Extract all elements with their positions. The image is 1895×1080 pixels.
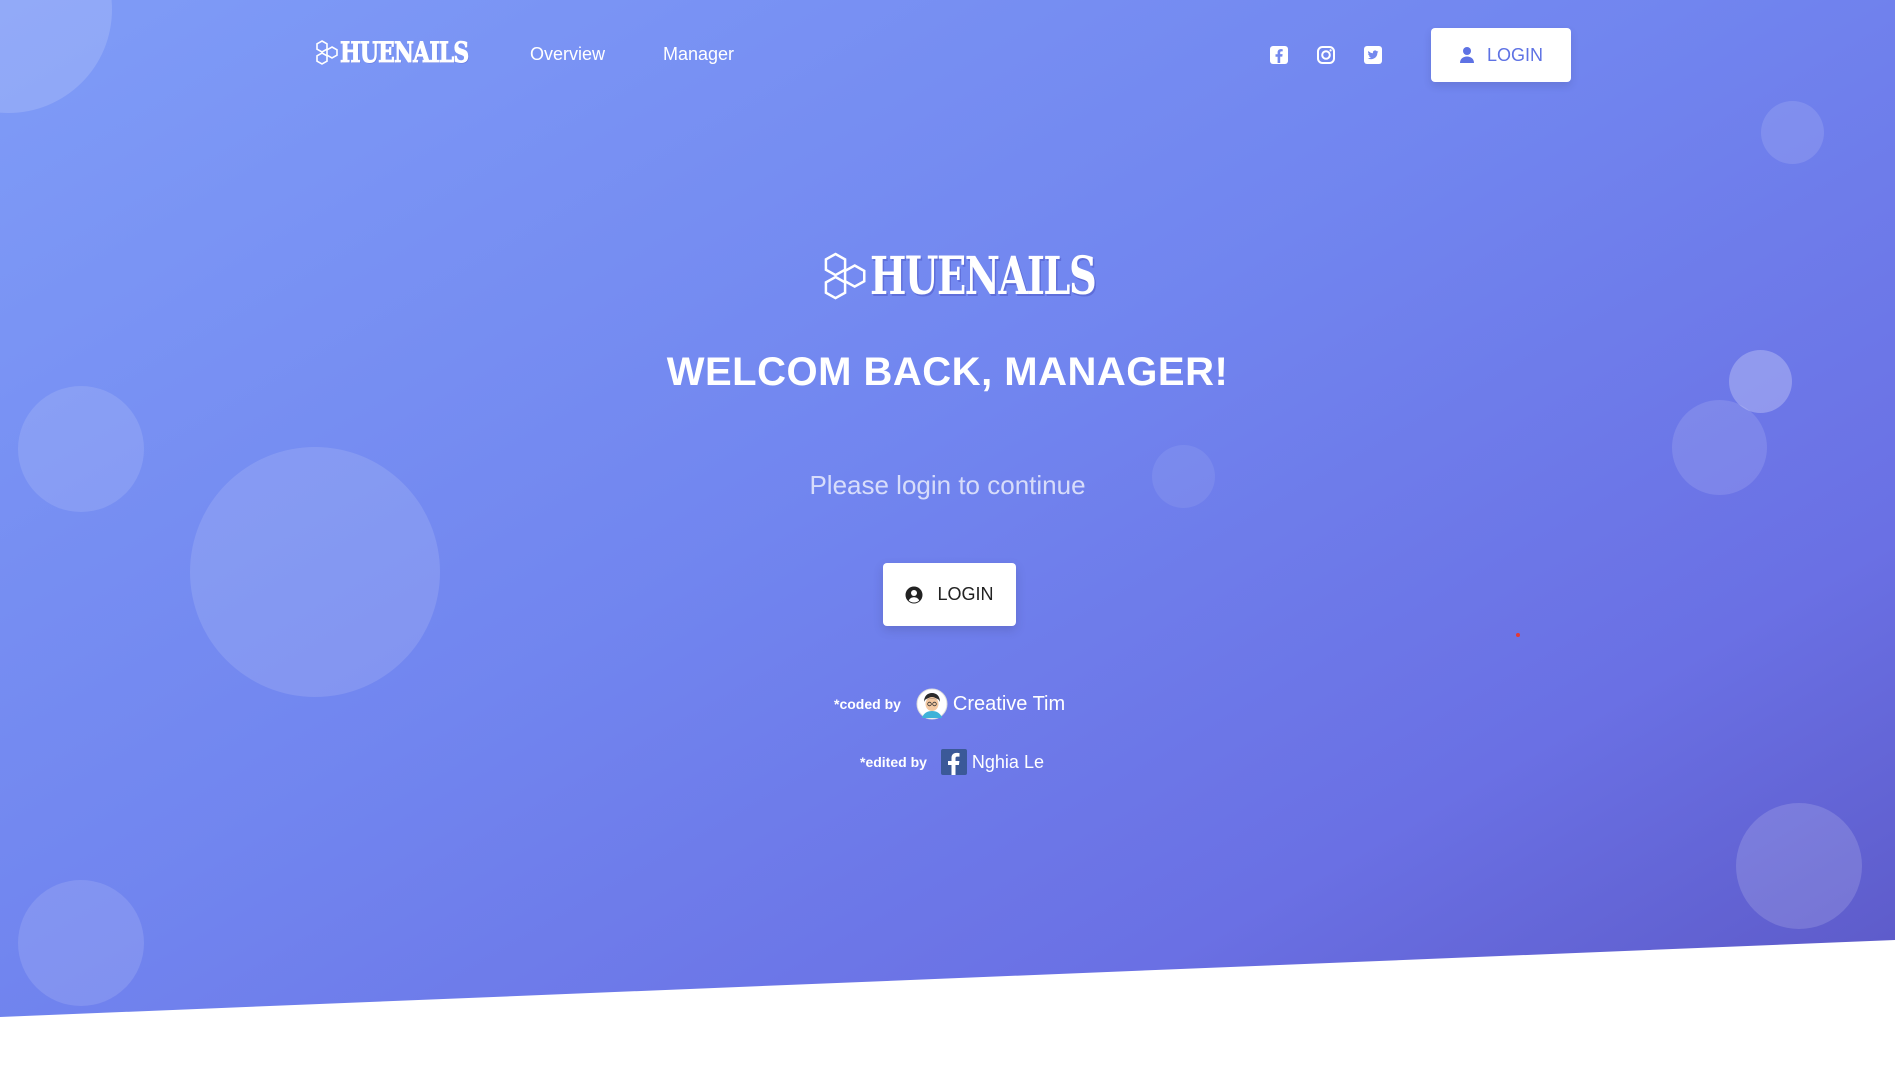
user-circle-icon	[905, 586, 923, 603]
login-button-main[interactable]: LOGIN	[883, 563, 1016, 626]
credit-coded-name[interactable]: Creative Tim	[953, 693, 1065, 716]
credit-coded-by: *coded by Creative Tim	[834, 688, 1065, 720]
decor-bubble	[18, 880, 144, 1006]
decor-bubble	[1736, 803, 1862, 929]
credit-edited-name[interactable]: Nghia Le	[972, 752, 1044, 773]
user-icon	[1459, 47, 1474, 63]
credit-coded-prefix: *coded by	[834, 696, 901, 712]
page-title: WELCOM BACK, MANAGER!	[666, 350, 1229, 394]
facebook-logo-icon	[940, 749, 967, 775]
center-brand-wordmark: HUENAILS	[870, 246, 1097, 307]
brand-wordmark: HUENAILS	[340, 36, 470, 70]
nav-link-overview[interactable]: Overview	[530, 44, 605, 65]
credit-edited-prefix: *edited by	[860, 754, 927, 770]
login-button-nav[interactable]: LOGIN	[1431, 28, 1571, 82]
hexagon-logo-icon	[824, 252, 866, 300]
top-navbar: HUENAILS Overview Manager LOGIN	[0, 0, 1895, 110]
center-brand-logo: HUENAILS	[824, 246, 1174, 307]
brand-logo[interactable]: HUENAILS	[316, 36, 505, 70]
hexagon-logo-icon	[316, 39, 338, 65]
decor-dot	[1516, 633, 1520, 637]
credit-edited-by: *edited by Nghia Le	[860, 749, 1044, 775]
login-button-main-label: LOGIN	[937, 584, 994, 604]
login-button-nav-label: LOGIN	[1486, 44, 1543, 65]
nav-link-manager[interactable]: Manager	[663, 44, 734, 65]
page-subtitle: Please login to continue	[809, 470, 1086, 500]
twitter-square-icon[interactable]	[1362, 44, 1384, 66]
facebook-square-icon[interactable]	[1268, 44, 1290, 66]
page: HUENAILS Overview Manager LOGIN HUENAILS…	[0, 0, 1895, 1080]
instagram-icon[interactable]	[1315, 44, 1337, 66]
hero-background	[0, 0, 1895, 1017]
decor-bubble	[1761, 101, 1824, 164]
creative-tim-avatar-icon	[916, 688, 948, 720]
